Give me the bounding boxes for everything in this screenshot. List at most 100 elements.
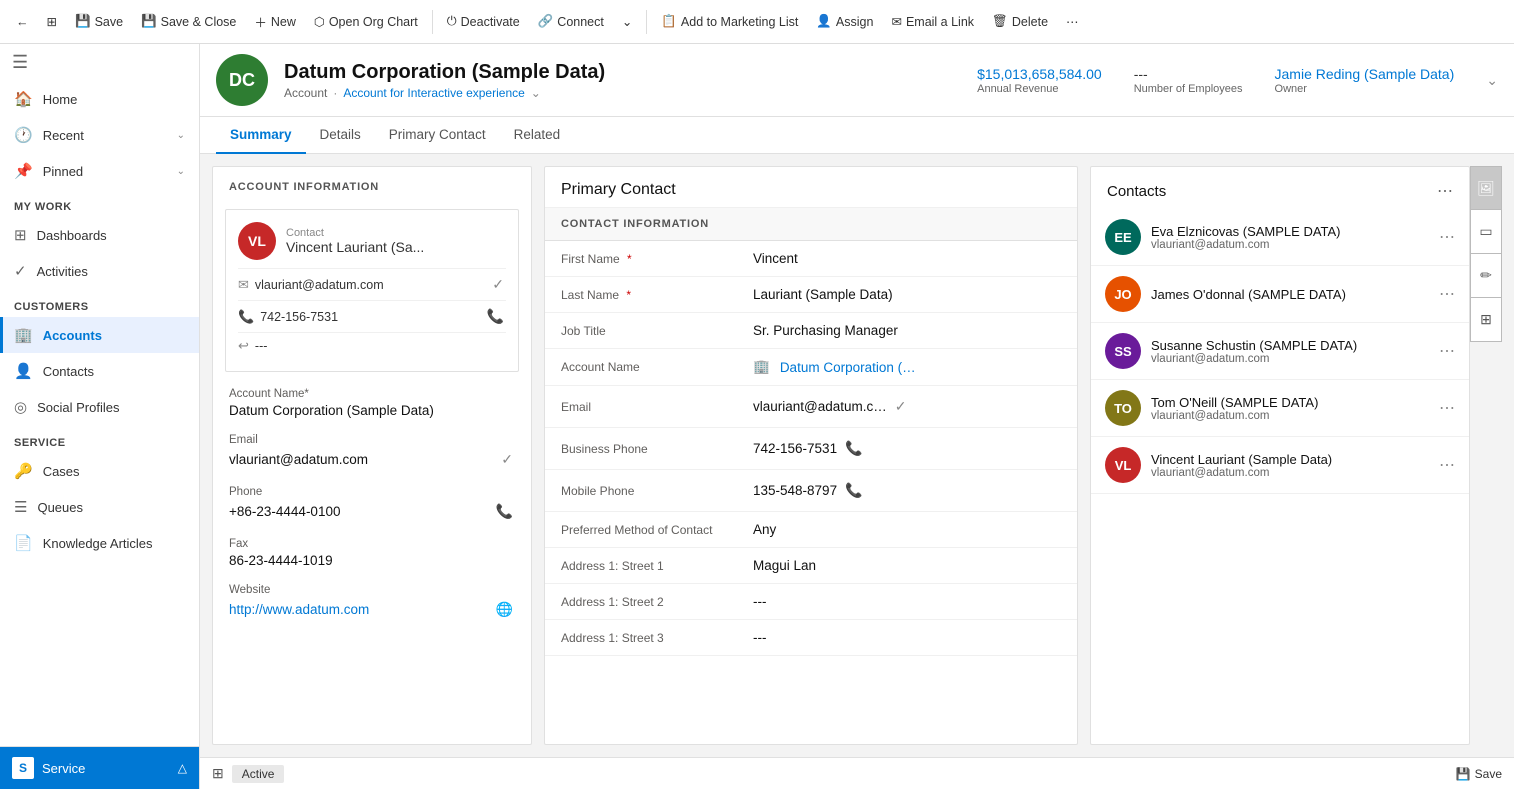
contact-jo-menu-button[interactable]: ⋯ — [1439, 284, 1455, 304]
contact-bizphone-row: Business Phone 742-156-7531 📞 — [545, 428, 1077, 470]
side-panel-doc-button[interactable]: ▭ — [1470, 210, 1502, 254]
sidebar-item-recent[interactable]: 🕐 Recent ⌄ — [0, 117, 199, 153]
contact-info-to: Tom O'Neill (SAMPLE DATA) vlauriant@adat… — [1151, 395, 1429, 422]
contact-mini-card: VL Contact Vincent Lauriant (Sa... ✉ vla… — [225, 209, 519, 372]
contact-mini-extra-row: ↩ --- — [238, 332, 506, 359]
queues-icon: ☰ — [14, 498, 27, 516]
header-expand-button[interactable]: ⌄ — [1486, 72, 1498, 89]
sidebar-item-queues[interactable]: ☰ Queues — [0, 489, 199, 525]
avatar-to: TO — [1105, 390, 1141, 426]
service-nav-chevron-icon: △ — [178, 761, 187, 775]
sidebar-service-nav[interactable]: S Service △ — [0, 746, 199, 789]
phone-field-action-button[interactable]: 📞 — [494, 501, 515, 522]
contact-ee-menu-button[interactable]: ⋯ — [1439, 227, 1455, 247]
assign-button[interactable]: 👤 Assign — [808, 10, 881, 33]
phone-icon: 📞 — [238, 309, 254, 325]
save-close-button[interactable]: 💾 Save & Close — [133, 10, 244, 33]
expand-form-button[interactable]: ⊞ — [212, 765, 224, 782]
contact-mini-email-row: ✉ vlauriant@adatum.com ✓ — [238, 268, 506, 300]
sidebar-item-cases[interactable]: 🔑 Cases — [0, 453, 199, 489]
contact-mini-phone-row: 📞 742-156-7531 📞 — [238, 300, 506, 332]
contact-to-menu-button[interactable]: ⋯ — [1439, 398, 1455, 418]
home-icon: 🏠 — [14, 90, 33, 108]
contact-email-row: Email vlauriant@adatum.c… ✓ — [545, 386, 1077, 428]
marketing-list-icon: 📋 — [661, 14, 677, 29]
contact-bizphone-call-button[interactable]: 📞 — [843, 438, 864, 459]
contacts-panel-title: Contacts ⋯ — [1091, 167, 1469, 209]
tab-summary[interactable]: Summary — [216, 117, 306, 154]
contact-vl-menu-button[interactable]: ⋯ — [1439, 455, 1455, 475]
status-save-button[interactable]: 💾 Save — [1456, 767, 1502, 781]
deactivate-icon: ⏻ — [447, 14, 457, 29]
account-link-icon: 🏢 — [753, 359, 770, 375]
main-container: ☰ 🏠 Home 🕐 Recent ⌄ 📌 Pinned ⌄ My Work ⊞… — [0, 44, 1514, 789]
sidebar-hamburger[interactable]: ☰ — [0, 44, 199, 81]
tab-primary-contact[interactable]: Primary Contact — [375, 117, 500, 154]
sidebar-item-home[interactable]: 🏠 Home — [0, 81, 199, 117]
contact-mobilephone-row: Mobile Phone 135-548-8797 📞 — [545, 470, 1077, 512]
sidebar-item-knowledge[interactable]: 📄 Knowledge Articles — [0, 525, 199, 561]
contact-email-copy-button[interactable]: ✓ — [893, 396, 909, 417]
contact-ss-menu-button[interactable]: ⋯ — [1439, 341, 1455, 361]
contact-list-item-to: TO Tom O'Neill (SAMPLE DATA) vlauriant@a… — [1091, 380, 1469, 437]
tab-related[interactable]: Related — [500, 117, 575, 154]
contact-mobile-call-button[interactable]: 📞 — [843, 480, 864, 501]
contact-info-jo: James O'donnal (SAMPLE DATA) — [1151, 287, 1429, 302]
contact-phone-action-button[interactable]: 📞 — [485, 306, 506, 327]
contact-street2-row: Address 1: Street 2 --- — [545, 584, 1077, 620]
email-link-button[interactable]: ✉ Email a Link — [883, 10, 982, 33]
back-button[interactable]: ← — [8, 11, 37, 33]
contact-info-section-title: CONTACT INFORMATION — [545, 208, 1077, 241]
account-section-title: ACCOUNT INFORMATION — [213, 167, 531, 201]
contact-lastname-row: Last Name * Lauriant (Sample Data) — [545, 277, 1077, 313]
account-name-field: Account Name* Datum Corporation (Sample … — [213, 380, 531, 426]
sidebar: ☰ 🏠 Home 🕐 Recent ⌄ 📌 Pinned ⌄ My Work ⊞… — [0, 44, 200, 789]
more-dropdown-button[interactable]: ⌄ — [614, 10, 640, 33]
sidebar-item-accounts[interactable]: 🏢 Accounts — [0, 317, 199, 353]
contact-accountname-row: Account Name 🏢 Datum Corporation (… — [545, 349, 1077, 386]
owner-meta: Jamie Reding (Sample Data) Owner — [1275, 66, 1455, 95]
save-button[interactable]: 💾 Save — [67, 10, 131, 33]
email-field-action-button[interactable]: ✓ — [499, 449, 515, 470]
sidebar-item-contacts[interactable]: 👤 Contacts — [0, 353, 199, 389]
sidebar-item-dashboards[interactable]: ⊞ Dashboards — [0, 217, 199, 253]
deactivate-button[interactable]: ⏻ Deactivate — [439, 10, 528, 33]
status-badge: Active — [232, 765, 285, 783]
email-icon: ✉ — [238, 277, 249, 293]
side-panel-image-button[interactable]: 🖼 — [1470, 166, 1502, 210]
record-title: Datum Corporation (Sample Data) — [284, 61, 961, 84]
contact-email-action-button[interactable]: ✓ — [490, 274, 506, 295]
contact-list-item-jo: JO James O'donnal (SAMPLE DATA) ⋯ — [1091, 266, 1469, 323]
overflow-menu-button[interactable]: ⋯ — [1058, 10, 1087, 33]
sidebar-item-social-profiles[interactable]: ◎ Social Profiles — [0, 389, 199, 425]
email-field: Email vlauriant@adatum.com ✓ — [213, 426, 531, 478]
dashboards-icon: ⊞ — [14, 226, 27, 244]
subtype-chevron-icon[interactable]: ⌄ — [531, 86, 541, 100]
org-chart-button[interactable]: ⬡ Open Org Chart — [306, 10, 426, 33]
website-action-button[interactable]: 🌐 — [494, 599, 515, 620]
delete-icon: 🗑 — [992, 14, 1008, 29]
sidebar-item-pinned[interactable]: 📌 Pinned ⌄ — [0, 153, 199, 189]
contact-firstname-row: First Name * Vincent — [545, 241, 1077, 277]
contact-list-item: EE Eva Elznicovas (SAMPLE DATA) vlaurian… — [1091, 209, 1469, 266]
marketing-list-button[interactable]: 📋 Add to Marketing List — [653, 10, 806, 33]
new-button[interactable]: ＋ New — [246, 8, 304, 35]
side-panel-edit-button[interactable]: ✏ — [1470, 254, 1502, 298]
contact-list-item-ss: SS Susanne Schustin (SAMPLE DATA) vlauri… — [1091, 323, 1469, 380]
social-icon: ◎ — [14, 398, 27, 416]
primary-contact-card: Primary Contact CONTACT INFORMATION Firs… — [544, 166, 1078, 745]
layout-button[interactable]: ⊞ — [39, 10, 65, 33]
my-work-section: My Work — [0, 189, 199, 217]
contacts-icon: 👤 — [14, 362, 33, 380]
avatar-vl: VL — [1105, 447, 1141, 483]
tabs-bar: Summary Details Primary Contact Related — [200, 117, 1514, 154]
hamburger-icon: ☰ — [12, 52, 28, 73]
pin-icon: 📌 — [14, 162, 33, 180]
sidebar-item-activities[interactable]: ✓ Activities — [0, 253, 199, 289]
connect-button[interactable]: 🔗 Connect — [530, 10, 612, 33]
contacts-panel-tools: ⋯ — [1437, 181, 1453, 201]
tab-details[interactable]: Details — [306, 117, 375, 154]
delete-button[interactable]: 🗑 Delete — [984, 10, 1056, 33]
contacts-panel-menu-button[interactable]: ⋯ — [1437, 181, 1453, 201]
side-panel-table-button[interactable]: ⊞ — [1470, 298, 1502, 342]
